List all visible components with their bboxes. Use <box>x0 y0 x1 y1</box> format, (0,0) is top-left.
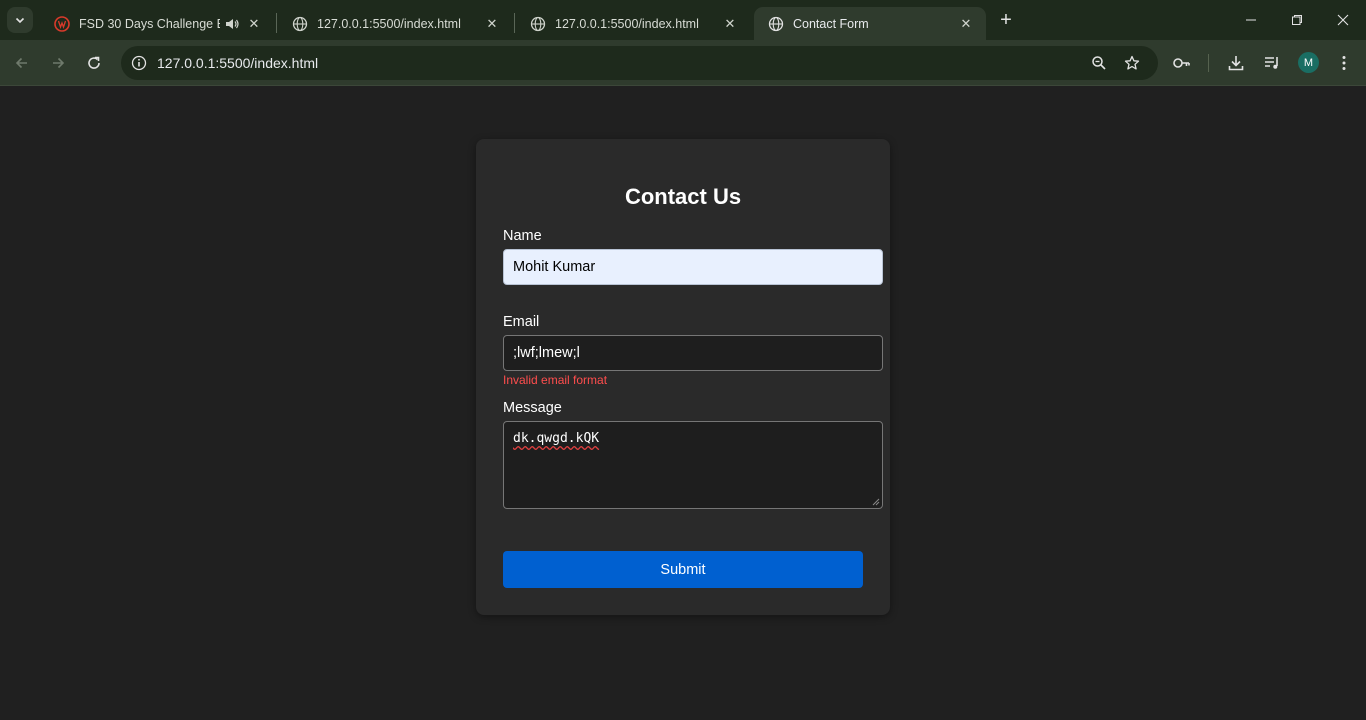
new-tab-button[interactable]: + <box>995 9 1017 31</box>
browser-toolbar: 127.0.0.1:5500/index.html M <box>0 40 1366 86</box>
close-window-button[interactable] <box>1320 0 1366 40</box>
restore-button[interactable] <box>1274 0 1320 40</box>
reload-button[interactable] <box>82 51 106 75</box>
info-icon <box>131 55 147 71</box>
close-icon <box>1337 14 1349 26</box>
submit-button[interactable]: Submit <box>503 551 863 588</box>
more-vertical-icon <box>1342 56 1346 70</box>
tab-search-button[interactable] <box>7 7 33 33</box>
media-controls-button[interactable] <box>1261 52 1283 74</box>
arrow-left-icon <box>15 57 27 69</box>
address-bar[interactable]: 127.0.0.1:5500/index.html <box>121 46 1158 80</box>
arrow-right-icon <box>53 57 65 69</box>
downloads-button[interactable] <box>1225 52 1247 74</box>
close-icon[interactable]: ✕ <box>722 16 738 32</box>
forward-button[interactable] <box>46 51 70 75</box>
globe-icon <box>530 16 546 31</box>
tab-title: Contact Form <box>793 16 869 31</box>
form-title: Contact Us <box>624 184 742 209</box>
toolbar-divider <box>1208 54 1209 72</box>
back-button[interactable] <box>10 51 34 75</box>
site-info-button[interactable] <box>129 53 149 73</box>
name-field[interactable]: Mohit Kumar <box>503 249 883 285</box>
tab-fsd-challenge[interactable]: FSD 30 Days Challenge Batc ✕ <box>40 7 274 40</box>
tab-localhost-2[interactable]: 127.0.0.1:5500/index.html ✕ <box>516 7 750 40</box>
email-label: Email <box>503 314 540 330</box>
reload-icon <box>88 56 100 69</box>
minimize-button[interactable] <box>1228 0 1274 40</box>
tab-contact-form[interactable]: Contact Form ✕ <box>754 7 986 40</box>
star-icon[interactable] <box>1124 55 1140 71</box>
minimize-icon <box>1246 19 1256 21</box>
download-icon <box>1228 56 1244 71</box>
message-textarea[interactable]: dk.qwgd.kQK <box>503 421 883 509</box>
chevron-down-icon <box>15 17 25 24</box>
email-field[interactable]: ;lwf;lmew;l <box>503 335 883 371</box>
password-manager-button[interactable] <box>1170 52 1192 74</box>
resize-grip-icon[interactable] <box>872 498 880 506</box>
close-icon[interactable]: ✕ <box>484 16 500 32</box>
close-icon[interactable]: ✕ <box>246 16 262 32</box>
restore-icon <box>1292 15 1302 25</box>
profile-avatar[interactable]: M <box>1298 52 1319 73</box>
contact-form-card: Contact Us Name Mohit Kumar Email ;lwf;l… <box>476 139 890 615</box>
name-field-value: Mohit Kumar <box>513 259 596 275</box>
zoom-icon[interactable] <box>1091 55 1107 71</box>
close-icon[interactable]: ✕ <box>958 16 974 32</box>
tab-strip: FSD 30 Days Challenge Batc ✕ 127.0.0.1:5… <box>0 0 1366 40</box>
playlist-icon <box>1265 57 1278 69</box>
key-icon <box>1173 58 1190 68</box>
message-textarea-value: dk.qwgd.kQK <box>513 431 600 446</box>
globe-icon <box>292 16 308 31</box>
url-text[interactable]: 127.0.0.1:5500/index.html <box>157 55 318 71</box>
tab-title: FSD 30 Days Challenge Batc <box>79 16 220 31</box>
speaker-icon[interactable] <box>224 16 240 32</box>
email-error-message: Invalid email format <box>503 373 608 387</box>
tab-divider <box>514 13 515 33</box>
globe-icon <box>768 16 784 31</box>
email-field-value: ;lwf;lmew;l <box>513 345 580 361</box>
brand-logo-icon <box>54 15 70 32</box>
browser-menu-button[interactable] <box>1333 52 1355 74</box>
tab-localhost-1[interactable]: 127.0.0.1:5500/index.html ✕ <box>278 7 512 40</box>
tab-divider <box>276 13 277 33</box>
tab-title: 127.0.0.1:5500/index.html <box>317 16 461 31</box>
message-label: Message <box>503 400 562 416</box>
name-label: Name <box>503 228 542 244</box>
tab-title: 127.0.0.1:5500/index.html <box>555 16 699 31</box>
